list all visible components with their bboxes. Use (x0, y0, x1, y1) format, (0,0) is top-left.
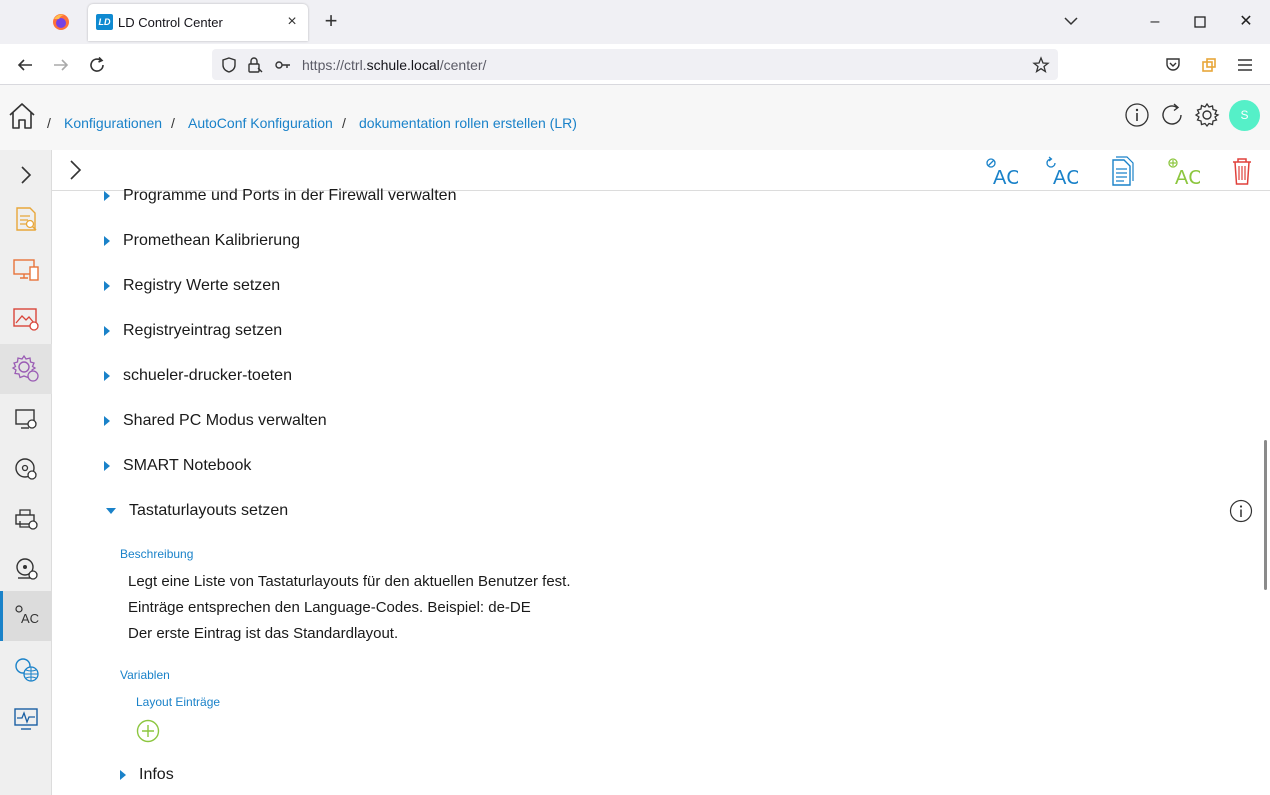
info-icon[interactable] (1124, 102, 1150, 128)
add-entry-icon[interactable] (136, 719, 160, 743)
breadcrumb-konfigurationen[interactable]: Konfigurationen (64, 115, 162, 131)
pocket-icon[interactable] (1160, 52, 1186, 78)
firefox-icon[interactable] (50, 11, 72, 33)
breadcrumb-separator: / (171, 115, 175, 131)
variable-name: Layout Einträge (136, 695, 221, 709)
list-tabs-chevron-icon[interactable] (1062, 12, 1080, 30)
ld-favicon-icon: LD (96, 14, 113, 30)
maximize-icon[interactable] (1188, 10, 1212, 34)
url-bar[interactable]: https://ctrl.schule.local/center/ (212, 49, 1058, 80)
devices-icon (13, 259, 39, 281)
sidebar-item-roles[interactable] (0, 344, 52, 394)
document-icon[interactable] (1104, 154, 1140, 188)
sidebar: AC (0, 150, 52, 795)
autoconf-refresh-icon[interactable]: AC (1042, 154, 1078, 188)
svg-text:AC: AC (1175, 167, 1200, 188)
key-icon[interactable] (274, 56, 292, 74)
tab-title: LD Control Center (118, 15, 223, 30)
sidebar-item-monitor[interactable] (0, 694, 52, 744)
description-label: Beschreibung (120, 547, 194, 561)
expand-caret-icon (104, 326, 110, 336)
expand-caret-icon (120, 770, 126, 780)
browser-nav-bar: https://ctrl.schule.local/center/ (0, 44, 1270, 85)
sidebar-item-autoconf[interactable]: AC (0, 591, 52, 641)
description-line: Legt eine Liste von Tastaturlayouts für … (128, 573, 571, 590)
forward-icon[interactable] (48, 52, 74, 78)
sidebar-item-drives[interactable] (0, 544, 52, 594)
autoconf-add-icon[interactable]: AC (1164, 154, 1200, 188)
breadcrumb-separator: / (342, 115, 346, 131)
refresh-icon[interactable] (1159, 102, 1185, 128)
svg-text:AC: AC (1053, 167, 1078, 188)
expand-caret-icon (104, 281, 110, 291)
list-item[interactable]: Shared PC Modus verwalten (104, 412, 327, 430)
expand-caret-icon (104, 371, 110, 381)
svg-text:AC: AC (21, 611, 39, 626)
user-avatar[interactable]: S (1229, 100, 1260, 131)
breadcrumb-autoconf[interactable]: AutoConf Konfiguration (188, 115, 333, 131)
drive-settings-icon (16, 558, 38, 580)
sidebar-expand[interactable] (0, 150, 52, 200)
expand-icon (21, 166, 32, 184)
expand-caret-icon (104, 191, 110, 201)
window-close-icon[interactable]: ✕ (1234, 10, 1258, 34)
sidebar-item-images[interactable] (0, 294, 52, 344)
back-icon[interactable] (12, 52, 38, 78)
list-item[interactable]: Registry Werte setzen (104, 277, 280, 295)
menu-icon[interactable] (1232, 52, 1258, 78)
description-line: Der erste Eintrag ist das Standardlayout… (128, 625, 399, 642)
printer-settings-icon (15, 509, 38, 530)
new-tab-icon[interactable]: + (320, 10, 342, 32)
home-icon[interactable] (8, 101, 36, 131)
browser-tab[interactable]: LD LD Control Center × (88, 4, 308, 41)
variables-label: Variablen (120, 668, 170, 682)
gear-icon[interactable] (1194, 102, 1220, 128)
list-item[interactable]: schueler-drucker-toeten (104, 367, 292, 385)
autoconf-icon: AC (14, 605, 39, 626)
expand-caret-icon (104, 236, 110, 246)
sidebar-item-devices[interactable] (0, 244, 52, 294)
sidebar-item-disks[interactable] (0, 444, 52, 494)
lock-icon[interactable] (246, 56, 264, 74)
monitor-icon (14, 708, 38, 730)
sidebar-item-network[interactable] (0, 644, 52, 694)
shield-icon[interactable] (220, 56, 238, 74)
list-item[interactable]: Promethean Kalibrierung (104, 232, 300, 250)
network-settings-icon (15, 658, 39, 682)
expand-caret-icon (104, 461, 110, 471)
reload-icon[interactable] (84, 52, 110, 78)
bookmark-star-icon[interactable] (1032, 56, 1050, 74)
autoconf-disable-icon[interactable]: AC (982, 154, 1018, 188)
disk-settings-icon (15, 458, 37, 480)
collapse-caret-icon (106, 508, 116, 514)
breadcrumb-current[interactable]: dokumentation rollen erstellen (LR) (359, 115, 577, 131)
tab-close-icon[interactable]: × (284, 14, 300, 30)
panel-expand-chevron-icon[interactable] (66, 158, 86, 182)
sidebar-item-computers[interactable] (0, 394, 52, 444)
item-info-icon[interactable] (1229, 499, 1253, 523)
list-item-expanded[interactable]: Tastaturlayouts setzen (104, 502, 288, 520)
image-settings-icon (13, 308, 39, 331)
content-toolbar: AC AC AC (52, 150, 1270, 191)
url-text[interactable]: https://ctrl.schule.local/center/ (302, 57, 486, 73)
list-item[interactable]: SMART Notebook (104, 457, 251, 475)
minimize-icon[interactable]: – (1143, 10, 1167, 34)
breadcrumb-separator: / (47, 115, 51, 131)
description-line: Einträge entsprechen den Language-Codes.… (128, 599, 531, 616)
list-item[interactable]: Registryeintrag setzen (104, 322, 282, 340)
sidebar-item-reports[interactable] (0, 194, 52, 244)
trash-icon[interactable] (1224, 154, 1260, 188)
settings-roles-icon (11, 354, 39, 382)
list-item[interactable]: Programme und Ports in der Firewall verw… (104, 187, 456, 205)
sidebar-item-printers[interactable] (0, 494, 52, 544)
extension-icon[interactable] (1196, 52, 1222, 78)
browser-tab-bar: LD LD Control Center × + – ✕ (0, 0, 1270, 44)
svg-text:AC: AC (993, 167, 1018, 188)
expand-caret-icon (104, 416, 110, 426)
report-icon (16, 207, 37, 231)
infos-item[interactable]: Infos (120, 766, 174, 784)
computer-settings-icon (15, 409, 37, 429)
scrollbar-thumb[interactable] (1264, 440, 1267, 590)
